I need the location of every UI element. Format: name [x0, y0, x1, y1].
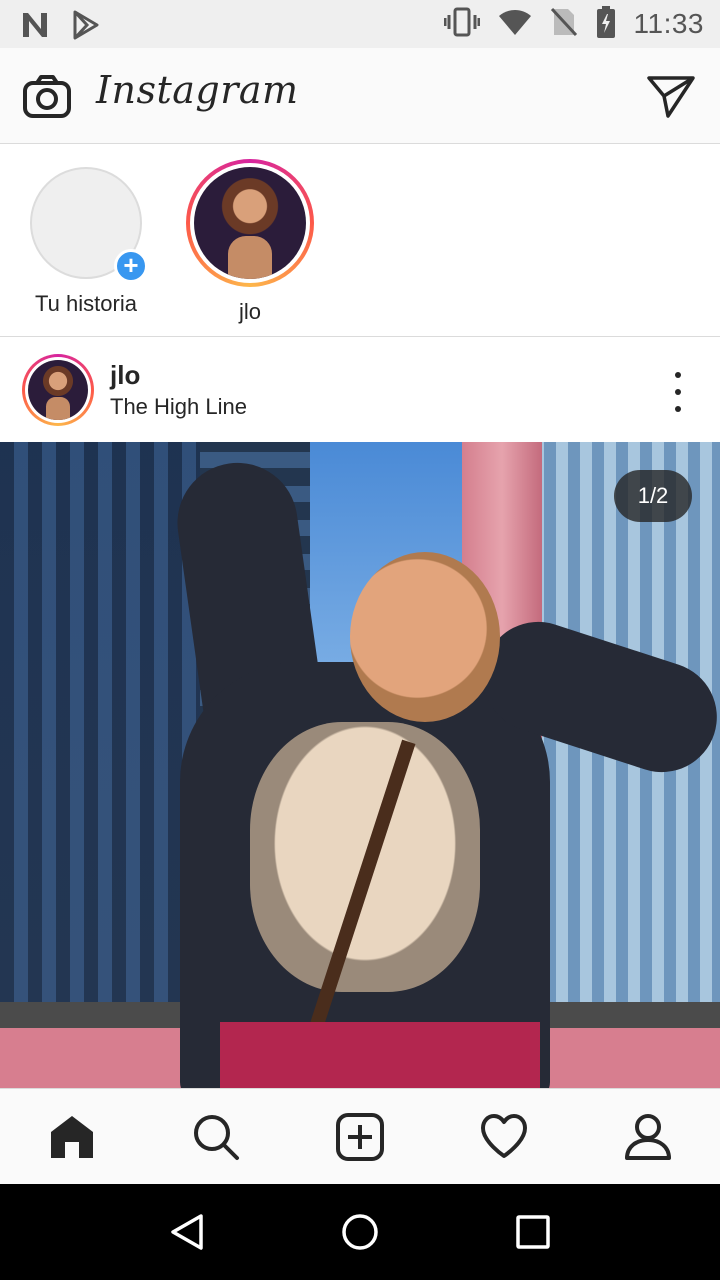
- profile-icon[interactable]: [618, 1107, 678, 1167]
- stories-tray: + Tu historia jlo: [0, 145, 720, 337]
- avatar: [28, 360, 88, 420]
- home-icon[interactable]: [42, 1107, 102, 1167]
- battery-icon: [596, 5, 616, 43]
- wifi-icon: [498, 7, 532, 42]
- n-notification-icon: [20, 10, 50, 45]
- avatar: [194, 167, 306, 279]
- play-store-icon: [72, 10, 100, 45]
- back-icon[interactable]: [162, 1207, 212, 1257]
- system-nav-bar: [0, 1184, 720, 1280]
- post-username[interactable]: jlo: [110, 360, 140, 391]
- status-time: 11:33: [633, 8, 704, 39]
- post-header: jlo The High Line: [0, 338, 720, 442]
- own-story-avatar: +: [30, 167, 148, 283]
- activity-heart-icon[interactable]: [474, 1107, 534, 1167]
- camera-icon[interactable]: [22, 72, 72, 122]
- photo-building: [0, 442, 200, 1002]
- add-story-icon[interactable]: +: [114, 249, 148, 283]
- status-bar: 11:33: [0, 0, 720, 48]
- post-avatar[interactable]: [22, 354, 94, 426]
- carousel-indicator: 1/2: [614, 470, 692, 522]
- instagram-logo: Instagram: [96, 68, 299, 112]
- more-options-icon[interactable]: [666, 372, 690, 412]
- add-post-icon[interactable]: [330, 1107, 390, 1167]
- post-location[interactable]: The High Line: [110, 394, 247, 420]
- no-sim-icon: [550, 7, 578, 42]
- search-icon[interactable]: [186, 1107, 246, 1167]
- paper-plane-icon[interactable]: [646, 72, 696, 122]
- home-circle-icon[interactable]: [335, 1207, 385, 1257]
- story-label: jlo: [238, 299, 261, 324]
- story-own[interactable]: + Tu historia: [6, 159, 166, 317]
- story-ring: [186, 159, 314, 287]
- photo-subject: [169, 455, 720, 1088]
- recents-icon[interactable]: [508, 1207, 558, 1257]
- story-label: Tu historia: [35, 291, 137, 316]
- story-jlo[interactable]: jlo: [170, 159, 330, 325]
- app-header: Instagram: [0, 48, 720, 144]
- bottom-nav: [0, 1088, 720, 1184]
- post-image[interactable]: 1/2: [0, 442, 720, 1088]
- vibrate-icon: [443, 7, 480, 42]
